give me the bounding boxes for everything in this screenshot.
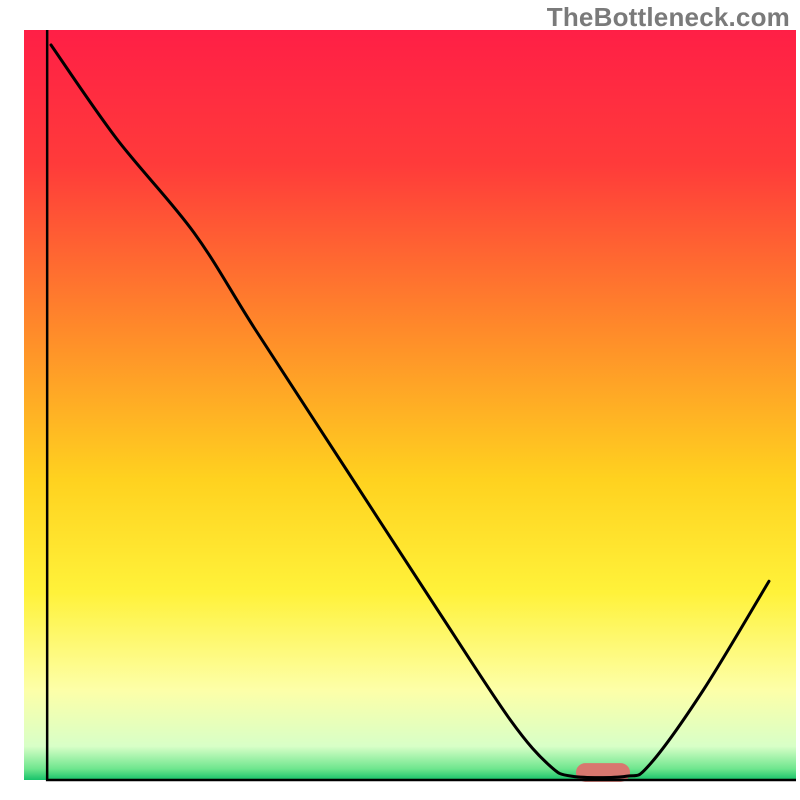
chart-canvas: TheBottleneck.com — [0, 0, 800, 800]
watermark-label: TheBottleneck.com — [547, 2, 790, 33]
gradient-background — [24, 30, 796, 780]
bottleneck-chart — [0, 0, 800, 800]
